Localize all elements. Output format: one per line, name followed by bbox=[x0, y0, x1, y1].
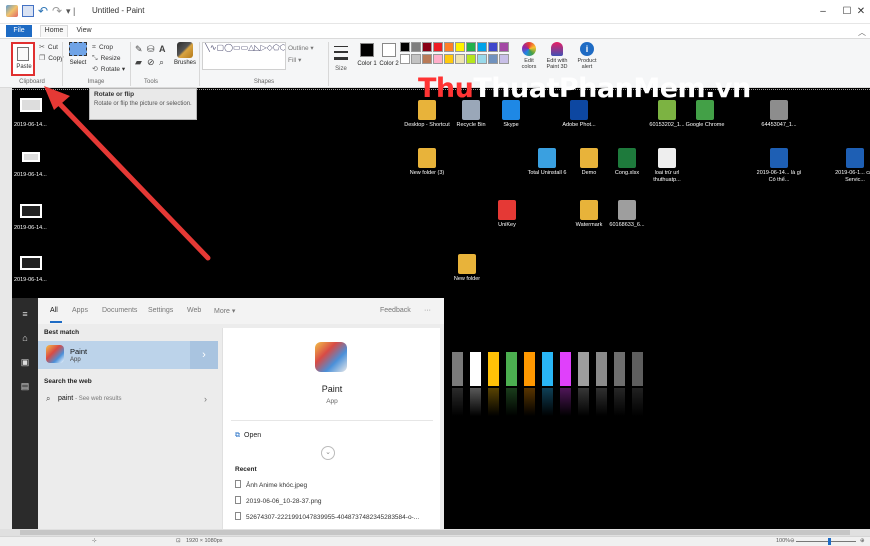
annotation-arrow bbox=[44, 86, 211, 261]
image-dimensions: 1920 × 1080px bbox=[186, 538, 223, 544]
scrollbar-thumb[interactable] bbox=[20, 530, 850, 535]
zoom-slider-handle[interactable] bbox=[828, 538, 831, 545]
arrow-head bbox=[44, 86, 70, 110]
zoom-level: 100% bbox=[776, 538, 791, 544]
zoom-out-icon[interactable]: ⊖ bbox=[790, 538, 795, 544]
horizontal-scrollbar[interactable] bbox=[0, 529, 870, 536]
image-size-icon: ⊡ bbox=[176, 538, 181, 544]
zoom-slider[interactable] bbox=[796, 541, 856, 542]
arrow-shaft bbox=[53, 97, 211, 261]
paint-window: ↶ ↷ ▾ | Untitled - Paint – ☐ ✕ File Home… bbox=[0, 0, 870, 546]
zoom-in-icon[interactable]: ⊕ bbox=[860, 538, 865, 544]
cursor-position-icon: ⊹ bbox=[92, 538, 97, 544]
status-bar: ⊹ ⊡ 1920 × 1080px 100% ⊖ ⊕ bbox=[0, 536, 870, 546]
